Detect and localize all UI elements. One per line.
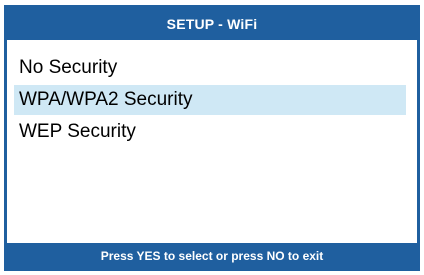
security-menu: No Security WPA/WPA2 Security WEP Securi…: [7, 53, 417, 149]
menu-item-wpa-wpa2-security[interactable]: WPA/WPA2 Security: [14, 85, 406, 115]
status-hint: Press YES to select or press NO to exit: [100, 248, 324, 263]
menu-item-no-security[interactable]: No Security: [14, 53, 406, 83]
wifi-setup-screen: SETUP - WiFi No Security WPA/WPA2 Securi…: [4, 5, 420, 271]
title-bar: SETUP - WiFi: [7, 8, 417, 40]
status-bar: Press YES to select or press NO to exit: [7, 243, 417, 268]
page-title: SETUP - WiFi: [166, 16, 258, 32]
menu-item-label: WPA/WPA2 Security: [19, 89, 193, 110]
menu-item-label: No Security: [19, 57, 118, 78]
menu-item-label: WEP Security: [19, 121, 136, 142]
menu-item-wep-security[interactable]: WEP Security: [14, 117, 406, 147]
